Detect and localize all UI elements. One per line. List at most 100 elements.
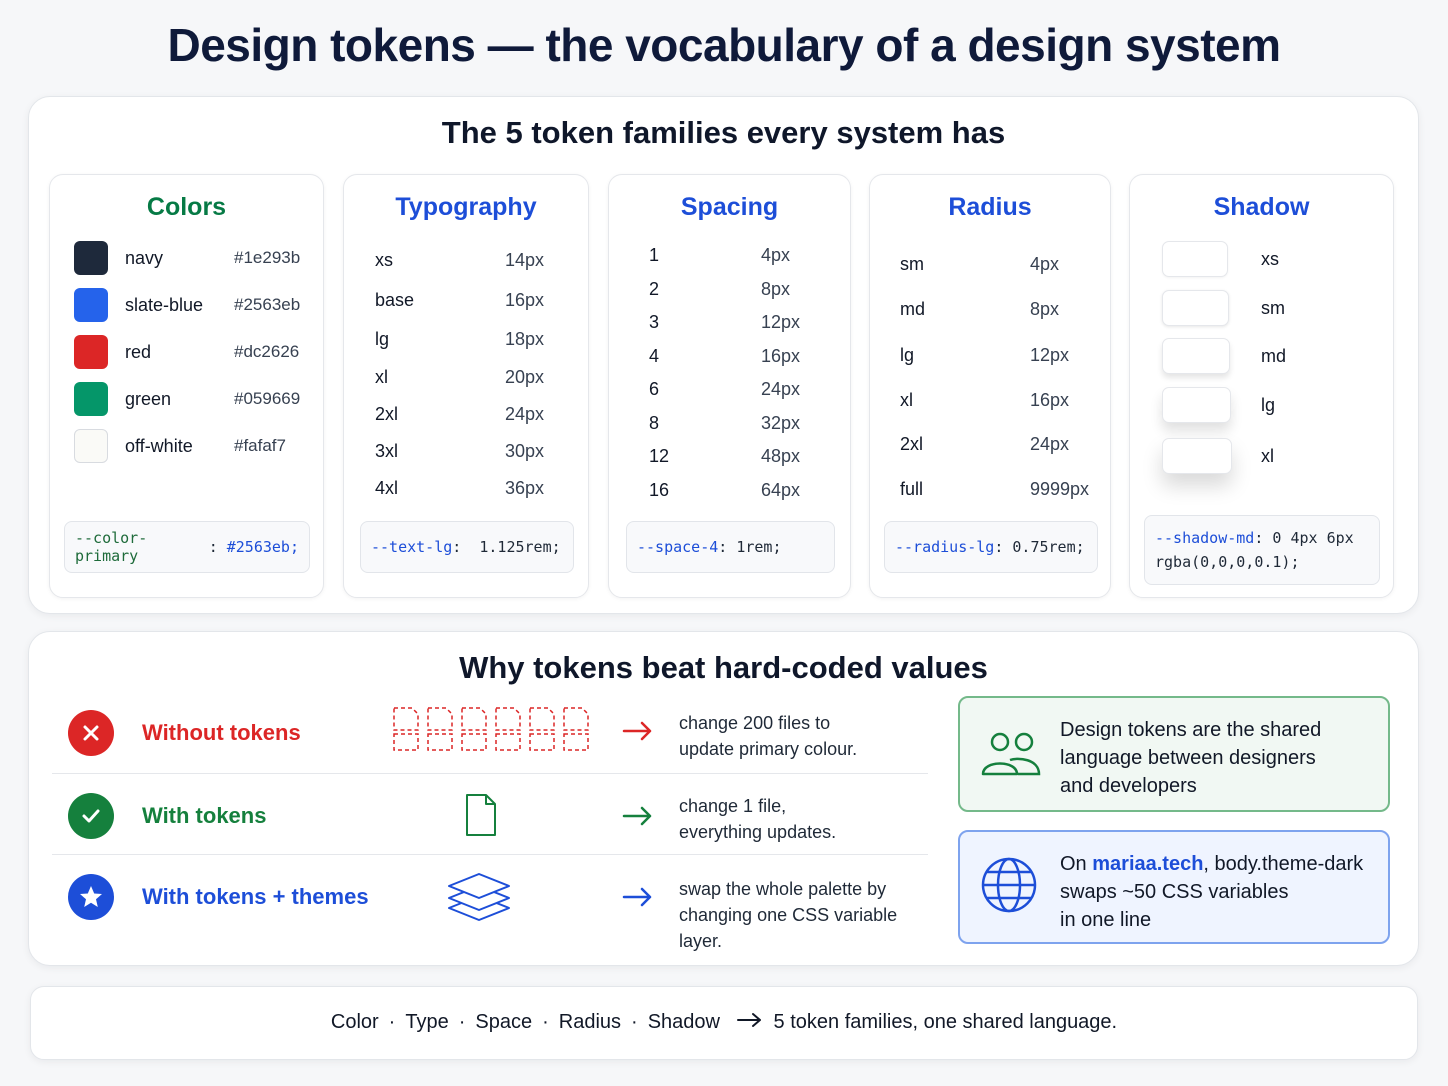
radius-token-row-name: md (900, 299, 926, 319)
color-swatch (74, 335, 108, 369)
radius-token-row-name: full (900, 479, 924, 499)
radius-token-row: lg 12px (870, 345, 1110, 369)
why-row-with-themes: With tokens + themes swap the whole pale… (52, 856, 928, 951)
typography-code-prop: --text-lg (371, 538, 453, 556)
why-label-with-tokens: With tokens (142, 803, 267, 828)
footer-text: Color · Type · Space · Radius · Shadow 5 token f… (31, 1011, 1417, 1035)
site-callout-text: On mariaa.tech, body.theme-dark swaps ~5… (1060, 850, 1363, 934)
footer-sep: · (458, 1011, 466, 1034)
radius-token-row-value: 16px (1030, 390, 1070, 410)
radius-code-snippet: --radius-lg: 0.75rem; (884, 521, 1098, 573)
spacing-token-row: 1 4px (609, 245, 850, 269)
page-title: Design tokens — the vocabulary of a desi… (167, 19, 1281, 71)
spacing-token-row-name: 16 (649, 480, 670, 500)
typography-token-row-name: xl (375, 367, 388, 387)
color-token-hex: #fafaf7 (234, 436, 286, 455)
color-swatch (74, 382, 108, 416)
typography-token-row-value: 16px (505, 290, 545, 310)
shadow-sample (1162, 338, 1230, 374)
why-desc-themes-line1: swap the whole palette by (679, 879, 887, 899)
spacing-token-row-name: 6 (649, 379, 660, 399)
colors-code-value: #2563eb; (226, 538, 299, 556)
spacing-token-row-value: 16px (761, 346, 801, 366)
shared-language-text: Design tokens are the shared language be… (1060, 716, 1321, 800)
check-circle-icon (68, 793, 114, 839)
radius-token-row-value: 9999px (1030, 479, 1090, 499)
x-circle-icon (68, 710, 114, 756)
radius-token-row-name: xl (900, 390, 913, 410)
shadow-title: Shadow (1213, 193, 1310, 221)
color-token-name: green (125, 389, 172, 409)
shadow-sample (1162, 387, 1231, 423)
radius-token-row-value: 12px (1030, 345, 1070, 365)
footer-bar: Color · Type · Space · Radius · Shadow 5 token f… (30, 986, 1418, 1060)
color-token-hex: #059669 (234, 389, 301, 408)
spacing-code-sep: : (718, 538, 728, 556)
typography-token-row-value: 36px (505, 478, 545, 498)
typography-token-row: 3xl 30px (344, 441, 588, 465)
radius-code-sep: : (994, 538, 1004, 556)
shadow-sample (1162, 438, 1232, 474)
why-label-with-themes: With tokens + themes (142, 884, 369, 909)
footer-summary: 5 token families, one shared language. (773, 1011, 1118, 1034)
typography-token-row-name: lg (375, 329, 390, 349)
typography-code-value: 1.125rem; (479, 538, 561, 556)
typography-token-row-name: base (375, 290, 415, 310)
radius-token-row-value: 4px (1030, 254, 1060, 274)
color-token-row: off-white #fafaf7 (50, 429, 323, 465)
shadow-token-name: md (1261, 346, 1287, 366)
shared-line2: language between designers (1060, 747, 1316, 769)
why-desc-with-tokens: change 1 file, everything updates. (679, 793, 836, 845)
radius-token-row-name: sm (900, 254, 924, 274)
spacing-code-snippet: --space-4: 1rem; (626, 521, 835, 573)
shadow-sample (1162, 241, 1228, 277)
color-token-row: green #059669 (50, 382, 323, 418)
colors-title: Colors (146, 193, 227, 221)
typography-token-row-name: 3xl (375, 441, 399, 461)
spacing-token-row: 16 64px (609, 480, 850, 504)
spacing-token-row-value: 32px (761, 413, 801, 433)
typography-token-row-value: 20px (505, 367, 545, 387)
spacing-token-row-name: 8 (649, 413, 660, 433)
spacing-token-row-value: 24px (761, 379, 801, 399)
shadow-code-snippet: --shadow-md: 0 4px 6px rgba(0,0,0,0.1); (1144, 515, 1380, 585)
globe-icon (980, 856, 1038, 914)
color-token-row: slate-blue #2563eb (50, 288, 323, 324)
spacing-code-value: 1rem; (736, 538, 782, 556)
spacing-token-row: 4 16px (609, 346, 850, 370)
why-label-without-tokens: Without tokens (142, 720, 301, 745)
radius-card: Radius sm 4px md 8px lg 12px xl 16px 2xl 24px full… (869, 174, 1111, 598)
footer-sep: · (631, 1011, 638, 1034)
color-swatch (74, 429, 108, 463)
radius-token-row: xl 16px (870, 390, 1110, 414)
spacing-token-row: 12 48px (609, 446, 850, 470)
site-link[interactable]: mariaa.tech (1092, 853, 1203, 875)
spacing-token-row: 6 24px (609, 379, 850, 403)
shadow-sample (1162, 290, 1229, 326)
shadow-token-name: sm (1261, 298, 1285, 318)
color-token-name: slate-blue (125, 295, 204, 315)
why-desc-with-themes: swap the whole palette by changing one C… (679, 876, 928, 954)
spacing-token-row-value: 12px (761, 312, 801, 332)
color-swatch (74, 288, 108, 322)
shared-line3: and developers (1060, 775, 1197, 797)
radius-token-row: md 8px (870, 299, 1110, 323)
radius-token-row-value: 8px (1030, 299, 1060, 319)
arrow-right-icon (620, 716, 656, 746)
color-token-name: off-white (125, 436, 193, 456)
why-desc-without-line2: update primary colour. (679, 739, 858, 759)
shadow-token-name: lg (1261, 395, 1276, 415)
spacing-token-row: 2 8px (609, 279, 850, 303)
single-file-icon (464, 793, 498, 837)
spacing-token-row: 3 12px (609, 312, 850, 336)
spacing-token-row-name: 4 (649, 346, 660, 366)
shadow-token-name: xl (1261, 446, 1274, 466)
shadow-code-value-2: rgba(0,0,0,0.1); (1155, 553, 1300, 571)
spacing-title: Spacing (680, 193, 779, 221)
typography-code-sep: : (452, 538, 462, 556)
shadow-code-prop: --shadow-md (1155, 529, 1255, 547)
typography-code-snippet: --text-lg: 1.125rem; (360, 521, 574, 573)
colors-code-sep: : (208, 538, 218, 556)
typography-title: Typography (395, 193, 537, 221)
families-heading: The 5 token families every system has (441, 115, 1006, 150)
